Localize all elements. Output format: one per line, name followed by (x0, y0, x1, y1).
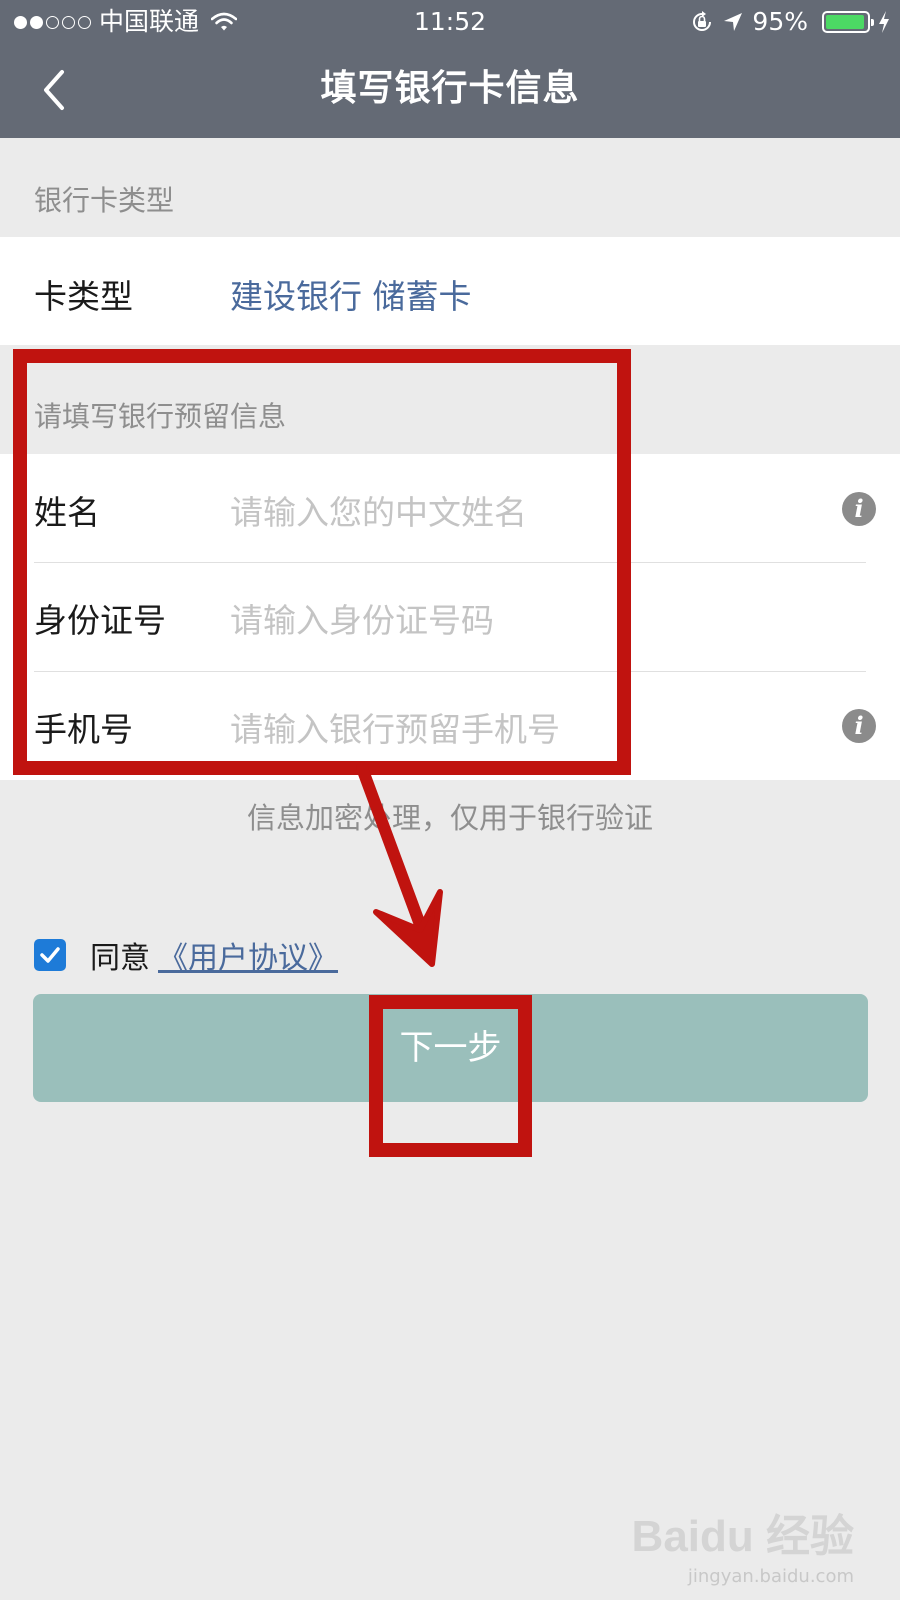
watermark-url: jingyan.baidu.com (687, 1566, 854, 1587)
card-type-label: 卡类型 (34, 277, 133, 316)
status-right: 95% (690, 0, 890, 44)
id-number-label: 身份证号 (34, 601, 166, 640)
battery-percentage: 95% (752, 7, 808, 36)
location-arrow-icon (724, 13, 743, 31)
agreement-row: 同意 《用户协议》 (34, 933, 338, 977)
name-info-icon[interactable]: i (842, 492, 876, 526)
page-title: 填写银行卡信息 (320, 68, 580, 109)
orientation-lock-icon (693, 11, 712, 31)
charging-bolt-icon (879, 11, 889, 33)
battery-icon (822, 11, 874, 33)
divider (34, 562, 866, 563)
reserved-info-section-header: 请填写银行预留信息 (34, 400, 287, 433)
baidu-jingyan-logo: Baidu 经验 (631, 1512, 854, 1561)
card-type-value: 建设银行 储蓄卡 (230, 277, 472, 316)
agreement-prefix: 同意 (90, 941, 150, 976)
divider (34, 671, 866, 672)
status-bar: 中国联通 11:52 95% (0, 0, 900, 44)
next-step-button[interactable]: 下一步 (33, 994, 868, 1102)
annotation-arrow-shaft (356, 762, 428, 936)
navigation-bar: 填写银行卡信息 (0, 44, 900, 138)
reserved-info-form: 姓名 请输入您的中文姓名 i 身份证号 请输入身份证号码 手机号 请输入银行预留… (0, 454, 900, 780)
phone-input[interactable]: 请输入银行预留手机号 (230, 703, 560, 751)
card-type-row[interactable]: 卡类型 建设银行 储蓄卡 (0, 237, 900, 345)
phone-info-icon[interactable]: i (842, 709, 876, 743)
card-type-section-header: 银行卡类型 (34, 184, 175, 217)
user-agreement-link[interactable]: 《用户协议》 (158, 933, 338, 977)
checkmark-icon (40, 947, 60, 963)
baidu-watermark: Baidu 经验 jingyan.baidu.com (632, 1500, 854, 1587)
annotation-arrowhead (373, 889, 443, 967)
name-input[interactable]: 请输入您的中文姓名 (230, 486, 527, 534)
encryption-hint: 信息加密处理，仅用于银行验证 (246, 801, 653, 835)
name-label: 姓名 (34, 493, 100, 532)
agreement-checkbox[interactable] (34, 939, 66, 971)
phone-label: 手机号 (34, 710, 133, 749)
id-number-input[interactable]: 请输入身份证号码 (230, 594, 494, 642)
